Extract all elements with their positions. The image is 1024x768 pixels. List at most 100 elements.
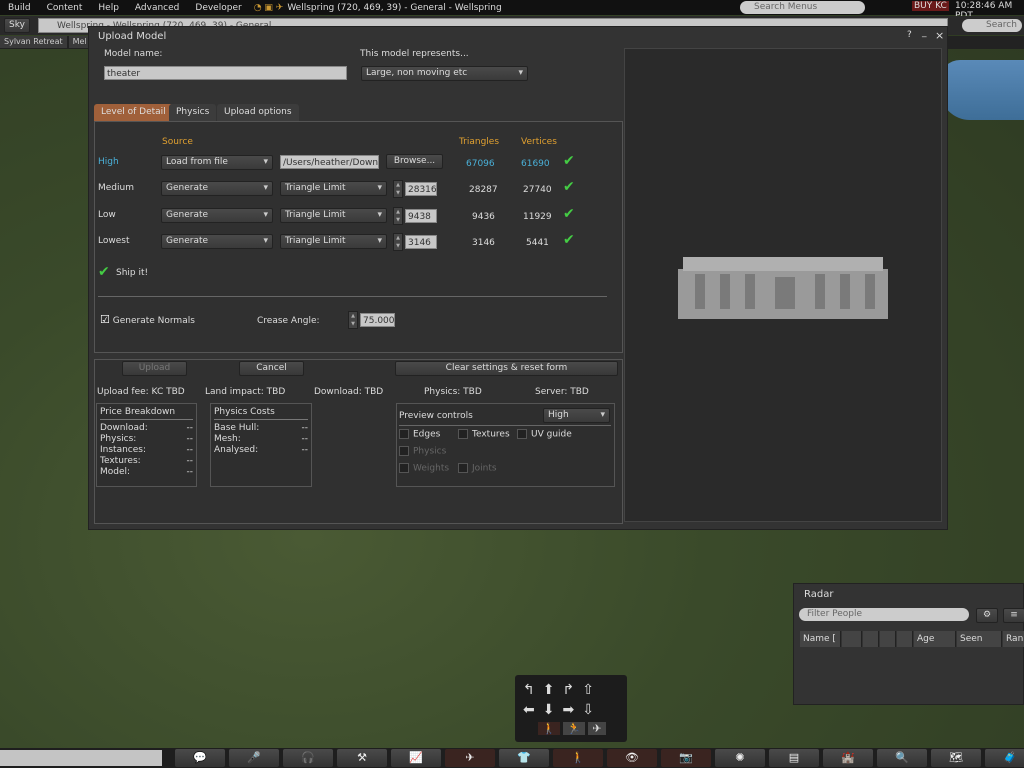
menu-content[interactable]: Content <box>39 3 91 13</box>
lod-low-method-dropdown[interactable]: Triangle Limit <box>280 208 387 223</box>
walk-mode-icon[interactable]: 🚶 <box>538 722 560 735</box>
turn-right-icon[interactable]: ↱ <box>562 682 582 698</box>
radar-column-header[interactable]: Name [ <box>800 631 841 647</box>
speak-icon[interactable]: 🎧 <box>283 749 333 767</box>
radar-column-header[interactable] <box>880 631 896 647</box>
forward-icon[interactable]: ⬆ <box>543 682 563 698</box>
radar-column-header[interactable]: Ran <box>1003 631 1024 647</box>
status-icons: ◔ ▣ ✈ <box>253 2 284 13</box>
list-menu-icon[interactable]: ≡ <box>1003 608 1024 623</box>
crease-angle-input[interactable]: 75.000 <box>360 313 395 327</box>
preview-lod-dropdown[interactable]: High <box>543 408 610 423</box>
lod-high-triangles: 67096 <box>466 159 495 169</box>
fly-down-icon[interactable]: ⇩ <box>582 702 602 718</box>
check-icon: ✔ <box>563 153 575 169</box>
build-icon[interactable]: ⚒ <box>337 749 387 767</box>
minimize-button[interactable]: _ <box>922 28 927 38</box>
lod-lowest-method-dropdown[interactable]: Triangle Limit <box>280 234 387 249</box>
cost-value: -- <box>186 445 194 455</box>
model-preview-viewport[interactable] <box>624 48 942 522</box>
represents-dropdown[interactable]: Large, non moving etc <box>361 66 528 81</box>
inventory-icon[interactable]: 🧳 <box>985 749 1024 767</box>
lod-low-spinner[interactable]: ▲ ▼ <box>393 207 403 225</box>
tab-upload-options[interactable]: Upload options <box>217 104 299 121</box>
uv-guide-checkbox[interactable]: UV guide <box>517 429 572 440</box>
radar-column-header[interactable] <box>863 631 879 647</box>
tab-level-of-detail[interactable]: Level of Detail <box>94 104 173 121</box>
statistics-icon[interactable]: 📈 <box>391 749 441 767</box>
menu-build[interactable]: Build <box>0 3 39 13</box>
lod-medium-label: Medium <box>98 183 134 193</box>
menu-developer[interactable]: Developer <box>187 3 249 13</box>
search-input[interactable]: Search <box>962 19 1022 32</box>
fly-cam-icon[interactable]: ✈ <box>445 749 495 767</box>
map-icon[interactable]: 🗺 <box>931 749 981 767</box>
menu-help[interactable]: Help <box>90 3 127 13</box>
lod-lowest-limit-input[interactable]: 3146 <box>405 235 437 249</box>
appearance-icon[interactable]: 👕 <box>499 749 549 767</box>
cost-label: Instances: <box>100 445 147 455</box>
buy-currency-button[interactable]: BUY KC <box>912 1 949 11</box>
lod-low-limit-input[interactable]: 9438 <box>405 209 437 223</box>
lod-low-source-dropdown[interactable]: Generate <box>161 208 273 223</box>
chat-icon[interactable]: 💬 <box>175 749 225 767</box>
bottom-toolbar: 💬 🎤 🎧 ⚒ 📈 ✈ 👕 🚶 👁 📷 ✺ ▤ 🏰 🔍 🗺 🧳 <box>0 748 1024 768</box>
turn-left-icon[interactable]: ↰ <box>523 682 543 698</box>
fly-up-icon[interactable]: ⇧ <box>582 682 602 698</box>
lod-lowest-source-dropdown[interactable]: Generate <box>161 234 273 249</box>
lod-high-source-dropdown[interactable]: Load from file <box>161 155 273 170</box>
lod-medium-method-dropdown[interactable]: Triangle Limit <box>280 181 387 196</box>
crease-angle-spinner[interactable]: ▲ ▼ <box>348 311 358 329</box>
joints-checkbox[interactable]: Joints <box>458 463 497 474</box>
radar-column-header[interactable] <box>897 631 913 647</box>
strafe-right-icon[interactable]: ➡ <box>562 702 582 718</box>
clear-settings-button[interactable]: Clear settings & reset form <box>395 361 618 376</box>
menu-bar: Build Content Help Advanced Developer ◔ … <box>0 0 1024 21</box>
favorite-item[interactable]: Sylvan Retreat <box>0 36 67 48</box>
filter-people-input[interactable]: Filter People <box>799 608 969 621</box>
lod-medium-limit-input[interactable]: 28316 <box>405 182 437 196</box>
radar-column-header[interactable] <box>842 631 862 647</box>
media-icon[interactable]: ✺ <box>715 749 765 767</box>
edges-checkbox[interactable]: Edges <box>399 429 440 440</box>
run-mode-icon[interactable]: 🏃 <box>563 722 585 735</box>
textures-checkbox[interactable]: Textures <box>458 429 510 440</box>
move-icon[interactable]: 🚶 <box>553 749 603 767</box>
cancel-button[interactable]: Cancel <box>239 361 304 376</box>
places-icon[interactable]: 🏰 <box>823 749 873 767</box>
model-name-label: Model name: <box>104 49 163 59</box>
radar-column-header[interactable]: Seen <box>957 631 1002 647</box>
backward-icon[interactable]: ⬇ <box>543 702 563 718</box>
help-button[interactable]: ? <box>907 30 912 40</box>
search-icon[interactable]: 🔍 <box>877 749 927 767</box>
lod-lowest-spinner[interactable]: ▲ ▼ <box>393 233 403 251</box>
radar-column-header[interactable]: Age <box>914 631 956 647</box>
generate-normals-checkbox[interactable]: ☑ Generate Normals <box>100 313 195 326</box>
fly-mode-icon[interactable]: ✈ <box>588 722 606 735</box>
lod-medium-source-dropdown[interactable]: Generate <box>161 181 273 196</box>
triangles-header: Triangles <box>459 137 500 147</box>
sky-button[interactable]: Sky <box>4 18 30 33</box>
lod-medium-spinner[interactable]: ▲ ▼ <box>393 180 403 198</box>
gear-icon[interactable]: ⚙ <box>976 608 998 623</box>
lod-high-file-input[interactable]: /Users/heather/Downlo <box>280 155 379 169</box>
chat-input[interactable] <box>0 750 162 766</box>
strafe-left-icon[interactable]: ⬅ <box>523 702 543 718</box>
lod-lowest-vertices: 5441 <box>526 238 549 248</box>
view-icon[interactable]: 👁 <box>607 749 657 767</box>
weights-checkbox[interactable]: Weights <box>399 463 449 474</box>
cost-row: Mesh: -- <box>214 434 308 445</box>
snapshot-icon[interactable]: 📷 <box>661 749 711 767</box>
voice-icon[interactable]: 🎤 <box>229 749 279 767</box>
close-button[interactable]: × <box>935 29 944 42</box>
model-name-input[interactable]: theater <box>104 66 347 80</box>
browse-button[interactable]: Browse... <box>386 154 443 169</box>
upload-button[interactable]: Upload <box>122 361 187 376</box>
tab-physics[interactable]: Physics <box>169 104 217 121</box>
search-menus-input[interactable]: Search Menus <box>740 1 865 14</box>
notes-icon[interactable]: ▤ <box>769 749 819 767</box>
physics-checkbox[interactable]: Physics <box>399 446 446 457</box>
cost-value: -- <box>301 423 309 433</box>
menu-advanced[interactable]: Advanced <box>127 3 187 13</box>
water <box>940 60 1024 120</box>
